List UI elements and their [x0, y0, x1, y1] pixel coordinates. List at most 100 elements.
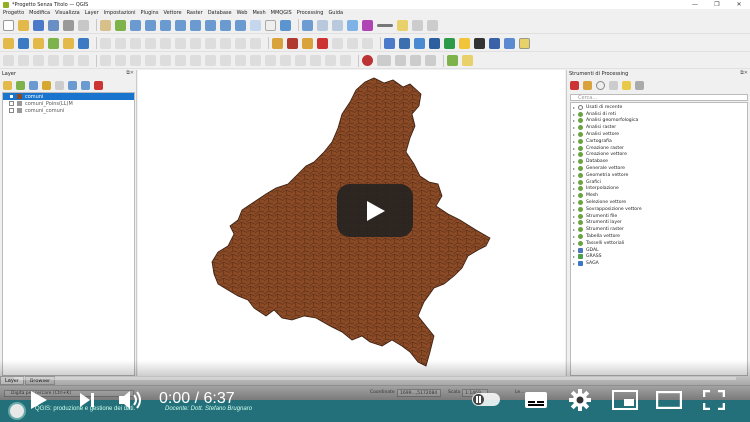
data-source-manager-icon[interactable]: [3, 37, 14, 49]
history-icon[interactable]: [596, 80, 605, 90]
processing-item[interactable]: ▸ Generale vettore: [571, 165, 747, 172]
results-viewer-icon[interactable]: [609, 80, 618, 90]
filter-expression-icon[interactable]: [55, 80, 64, 90]
temporal-controller-icon[interactable]: [265, 19, 276, 31]
menu-guida[interactable]: Guida: [328, 10, 343, 16]
locator-search-input[interactable]: Digita per cercare (Ctrl+K): [4, 390, 134, 397]
python-console-icon[interactable]: [399, 37, 410, 49]
processing-item[interactable]: ▸ Analisi di reti: [571, 111, 747, 118]
processing-item[interactable]: ▸ Geometria vettore: [571, 172, 747, 179]
processing-item[interactable]: ▸ Cartografia: [571, 138, 747, 145]
edit-features-in-place-icon[interactable]: [622, 80, 631, 90]
add-ring-icon[interactable]: [145, 55, 156, 66]
minimize-button[interactable]: —: [684, 0, 706, 9]
zoom-selection-icon[interactable]: [175, 19, 186, 31]
menu-processing[interactable]: Processing: [297, 10, 324, 16]
magnet-icon[interactable]: [362, 55, 373, 66]
processing-item[interactable]: ▸ Strumenti layer: [571, 220, 747, 227]
select-by-value-icon[interactable]: [462, 55, 473, 66]
menu-impostazioni[interactable]: Impostazioni: [104, 10, 136, 16]
models-icon[interactable]: [570, 80, 579, 90]
processing-item[interactable]: ▸ SAGA: [571, 260, 747, 267]
processing-item[interactable]: ▸ Selezione vettore: [571, 199, 747, 206]
theater-mode-button[interactable]: [654, 384, 684, 416]
processing-item[interactable]: ▸ GRASS: [571, 254, 747, 261]
zoom-out-icon[interactable]: [145, 19, 156, 31]
menu-visualizza[interactable]: Visualizza: [55, 10, 80, 16]
processing-options-icon[interactable]: [635, 80, 644, 90]
trim-extend-icon[interactable]: [340, 55, 351, 66]
cut-features-icon[interactable]: [190, 37, 201, 49]
offset-curve-icon[interactable]: [235, 55, 246, 66]
move-label-icon[interactable]: [332, 37, 343, 49]
advanced-digitize-icon[interactable]: [18, 55, 29, 66]
next-button[interactable]: [74, 384, 100, 416]
plugin-c-icon[interactable]: [444, 37, 455, 49]
simplify-icon[interactable]: [130, 55, 141, 66]
expand-all-icon[interactable]: [68, 80, 77, 90]
menu-layer[interactable]: Layer: [85, 10, 99, 16]
save-project-icon[interactable]: [33, 19, 44, 31]
self-snap-icon[interactable]: [425, 55, 436, 66]
menu-mesh[interactable]: Mesh: [252, 10, 265, 16]
merge-attributes-icon[interactable]: [295, 55, 306, 66]
new-shapefile-icon[interactable]: [33, 37, 44, 49]
menu-vettore[interactable]: Vettore: [163, 10, 181, 16]
select-feature-icon[interactable]: [447, 55, 458, 66]
vertex-tool-icon[interactable]: [160, 37, 171, 49]
menu-database[interactable]: Database: [208, 10, 232, 16]
panel-controls[interactable]: ⧉✕: [126, 70, 134, 76]
zoom-next-icon[interactable]: [235, 19, 246, 31]
scripts-icon[interactable]: [583, 80, 592, 90]
layer-item-comuni-points[interactable]: comuni_Poins(LL)M: [3, 100, 134, 107]
menu-raster[interactable]: Raster: [187, 10, 203, 16]
topology-icon[interactable]: [410, 55, 421, 66]
coordinate-field[interactable]: 1699...,5172084: [397, 389, 441, 397]
layer-visibility-checkbox[interactable]: [9, 101, 14, 106]
move-feature-icon[interactable]: [100, 55, 111, 66]
save-edits-icon[interactable]: [115, 37, 126, 49]
zoom-in-icon[interactable]: [130, 19, 141, 31]
zoom-full-icon[interactable]: [160, 19, 171, 31]
subtitles-button[interactable]: [522, 384, 550, 416]
processing-item[interactable]: ▸ Strumenti file: [571, 213, 747, 220]
add-mesh-icon[interactable]: [78, 37, 89, 49]
menu-mmqgis[interactable]: MMQGIS: [271, 10, 292, 16]
statistics-icon[interactable]: [362, 19, 373, 31]
menu-web[interactable]: Web: [237, 10, 248, 16]
paste-features-icon[interactable]: [220, 37, 231, 49]
delete-part-icon[interactable]: [205, 55, 216, 66]
layout-manager-icon[interactable]: [78, 19, 89, 31]
annotation-icon[interactable]: [412, 19, 423, 31]
processing-item[interactable]: ▸ Creazione vettore: [571, 152, 747, 159]
attribute-table-icon[interactable]: [317, 19, 328, 31]
split-parts-icon[interactable]: [265, 55, 276, 66]
menu-progetto[interactable]: Progetto: [3, 10, 24, 16]
processing-item[interactable]: ▸ Tasselli vettoriali: [571, 240, 747, 247]
measure-icon[interactable]: [377, 23, 393, 27]
plugin-f-icon[interactable]: [519, 37, 530, 49]
text-annotation-icon[interactable]: [427, 19, 438, 31]
layer-item-comuni[interactable]: comuni: [3, 93, 134, 100]
refresh-icon[interactable]: [280, 19, 291, 31]
processing-item[interactable]: ▸ Strumenti raster: [571, 226, 747, 233]
add-group-icon[interactable]: [16, 80, 25, 90]
snapping-settings-icon[interactable]: [377, 55, 391, 66]
field-calculator-icon[interactable]: [332, 19, 343, 31]
plugin-e-icon[interactable]: [504, 37, 515, 49]
map-tips-icon[interactable]: [397, 19, 408, 31]
settings-button[interactable]: [566, 384, 594, 416]
open-project-icon[interactable]: [18, 19, 29, 31]
remove-layer-icon[interactable]: [94, 80, 103, 90]
layer-visibility-checkbox[interactable]: [9, 94, 14, 99]
play-button[interactable]: [26, 384, 52, 416]
processing-item[interactable]: ▸ Analisi vettore: [571, 131, 747, 138]
digitize-icon[interactable]: [130, 37, 141, 49]
undo-icon[interactable]: [235, 37, 246, 49]
autoplay-toggle[interactable]: [472, 393, 500, 406]
processing-item[interactable]: ▸ Analisi raster: [571, 124, 747, 131]
big-play-button[interactable]: [337, 184, 413, 237]
open-layer-styling-icon[interactable]: [3, 80, 12, 90]
panel-controls[interactable]: ⧉✕: [740, 70, 748, 76]
fullscreen-button[interactable]: [700, 384, 728, 416]
